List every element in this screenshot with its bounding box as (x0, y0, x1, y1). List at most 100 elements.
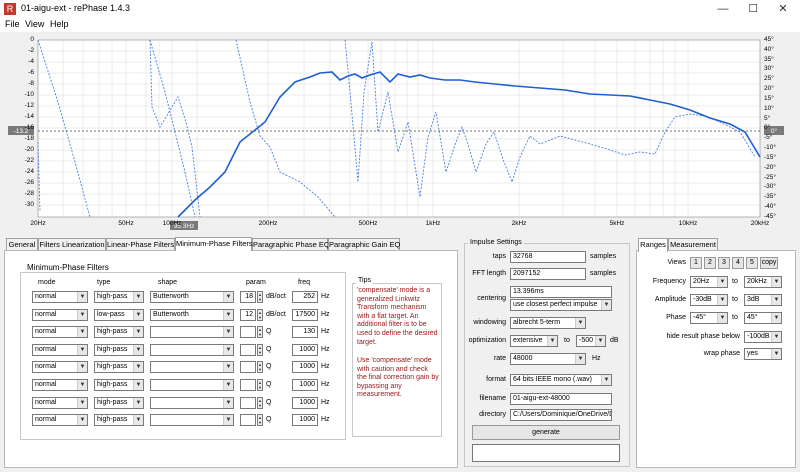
filter-freq-input[interactable]: 1000 (292, 343, 318, 356)
filter-mode-select[interactable]: normal ▼ (32, 414, 88, 427)
filter-param-input[interactable] (240, 414, 256, 427)
filter-param-input[interactable]: 18 (240, 291, 256, 303)
fft-input[interactable]: 2097152 (510, 268, 586, 280)
phase-from-select[interactable]: -45° ▼ (690, 312, 728, 324)
chevron-down-icon: ▼ (771, 295, 781, 305)
filter-shape-select[interactable]: ▼ (150, 326, 234, 339)
chevron-down-icon: ▼ (223, 380, 233, 390)
filter-freq-input[interactable]: 1000 (292, 396, 318, 409)
spin-arrows-icon[interactable]: ▲ ▼ (257, 361, 263, 374)
filename-input[interactable]: 01-aigu-ext-48000 (510, 393, 612, 405)
view-3-button[interactable]: 3 (718, 257, 730, 269)
rate-select[interactable]: 48000 ▼ (510, 353, 586, 365)
amp-to-label: to (732, 296, 738, 303)
filter-freq-input[interactable]: 130 (292, 326, 318, 339)
y-tick-right: 45° (764, 36, 774, 43)
spin-arrows-icon[interactable]: ▲ ▼ (257, 308, 263, 321)
response-graph-canvas[interactable] (0, 32, 800, 232)
filter-shape-select[interactable]: ▼ (150, 379, 234, 391)
filter-freq-unit: Hz (321, 293, 330, 300)
rate-unit: Hz (592, 355, 601, 362)
spin-arrows-icon[interactable]: ▲ ▼ (257, 414, 263, 427)
phase-to-select[interactable]: 45° ▼ (744, 312, 782, 324)
filter-type-select[interactable]: high-pass ▼ (94, 326, 144, 339)
format-select[interactable]: 64 bits IEEE mono (.wav) ▼ (510, 374, 612, 386)
view-2-button[interactable]: 2 (704, 257, 716, 269)
filter-type-select[interactable]: high-pass ▼ (94, 379, 144, 391)
filter-mode-select[interactable]: normal ▼ (32, 361, 88, 374)
filter-freq-input[interactable]: 1000 (292, 379, 318, 391)
chevron-down-icon: ▼ (223, 397, 233, 408)
close-button[interactable]: ✕ (768, 0, 798, 18)
filter-type-select[interactable]: high-pass ▼ (94, 414, 144, 427)
filter-type-select[interactable]: high-pass ▼ (94, 291, 144, 303)
tab-minimum-phase-filters[interactable]: Minimum-Phase Filters (175, 237, 253, 251)
spin-arrows-icon[interactable]: ▲ ▼ (257, 379, 263, 391)
filter-freq-input[interactable]: 1000 (292, 414, 318, 427)
chevron-down-icon: ▼ (717, 295, 727, 305)
filter-type-select[interactable]: low-pass ▼ (94, 308, 144, 321)
generate-button[interactable]: generate (472, 425, 620, 440)
filter-shape-select[interactable]: ▼ (150, 414, 234, 427)
filter-param-input[interactable] (240, 361, 256, 374)
copy-button[interactable]: copy (760, 257, 778, 269)
amp-to-select[interactable]: 3dB ▼ (744, 294, 782, 306)
filter-mode-select[interactable]: normal ▼ (32, 326, 88, 339)
filter-param-input[interactable] (240, 343, 256, 356)
view-1-button[interactable]: 1 (690, 257, 702, 269)
filter-mode-select[interactable]: normal ▼ (32, 343, 88, 356)
wrap-phase-value: yes (747, 350, 758, 357)
filter-param-input[interactable]: 12 (240, 308, 256, 321)
chevron-down-icon: ▼ (77, 362, 87, 373)
filter-mode-select[interactable]: normal ▼ (32, 291, 88, 303)
header-freq: freq (298, 279, 311, 286)
centering-mode-select[interactable]: use closest perfect impulse ▼ (510, 299, 612, 311)
taps-input[interactable]: 32768 (510, 251, 586, 263)
view-5-button[interactable]: 5 (746, 257, 758, 269)
filter-param-input[interactable] (240, 379, 256, 391)
optimization-db-select[interactable]: -500 ▼ (576, 335, 606, 347)
maximize-button[interactable]: ☐ (738, 0, 768, 18)
filter-type-select[interactable]: high-pass ▼ (94, 343, 144, 356)
tab-ranges[interactable]: Ranges (638, 238, 668, 252)
view-4-button[interactable]: 4 (732, 257, 744, 269)
optimization-select[interactable]: extensive ▼ (510, 335, 558, 347)
filter-mode-select[interactable]: normal ▼ (32, 396, 88, 409)
windowing-select[interactable]: albrecht 5-term ▼ (510, 317, 586, 329)
filter-freq-input[interactable]: 252 (292, 291, 318, 303)
amp-from-select[interactable]: -30dB ▼ (690, 294, 728, 306)
filter-type-select[interactable]: high-pass ▼ (94, 396, 144, 409)
filter-param-input[interactable] (240, 326, 256, 339)
y-tick-left: -4 (28, 58, 34, 65)
minimize-button[interactable]: — (708, 0, 738, 18)
spin-arrows-icon[interactable]: ▲ ▼ (257, 291, 263, 303)
filter-type-select[interactable]: high-pass ▼ (94, 361, 144, 374)
menu-file[interactable]: File (5, 19, 20, 29)
freq-to-select[interactable]: 20kHz ▼ (744, 276, 782, 288)
wrap-phase-select[interactable]: yes ▼ (744, 348, 782, 360)
filter-shape-select[interactable]: ▼ (150, 396, 234, 409)
filter-mode-select[interactable]: normal ▼ (32, 379, 88, 391)
centering-value[interactable]: 13.396ms (510, 286, 612, 298)
freq-from-select[interactable]: 20Hz ▼ (690, 276, 728, 288)
filter-freq-input[interactable]: 1000 (292, 361, 318, 374)
format-label: format (486, 376, 506, 383)
filter-mode-select[interactable]: normal ▼ (32, 308, 88, 321)
filter-shape-select[interactable]: ▼ (150, 343, 234, 356)
spin-arrows-icon[interactable]: ▲ ▼ (257, 326, 263, 339)
y-tick-right: -40° (764, 203, 776, 211)
filter-param-input[interactable] (240, 396, 256, 409)
filter-shape-select[interactable]: Butterworth ▼ (150, 291, 234, 303)
menu-view[interactable]: View (25, 19, 44, 29)
filter-shape-select[interactable]: Butterworth ▼ (150, 308, 234, 321)
frequency-label: Frequency (652, 278, 686, 285)
filter-freq-input[interactable]: 17500 (292, 308, 318, 321)
menu-help[interactable]: Help (50, 19, 69, 29)
directory-input[interactable]: C:/Users/Dominique/OneDrive/Do (510, 409, 612, 421)
hide-phase-select[interactable]: -100dB ▼ (744, 331, 782, 343)
filter-shape-select[interactable]: ▼ (150, 361, 234, 374)
spin-arrows-icon[interactable]: ▲ ▼ (257, 343, 263, 356)
spin-arrows-icon[interactable]: ▲ ▼ (257, 396, 263, 409)
response-graph[interactable]: -13.2 0° 95.3Hz 0 -2 -4 -6 -8 -10 -12 -14 -16 -18… (0, 32, 800, 232)
windowing-label: windowing (473, 319, 506, 326)
